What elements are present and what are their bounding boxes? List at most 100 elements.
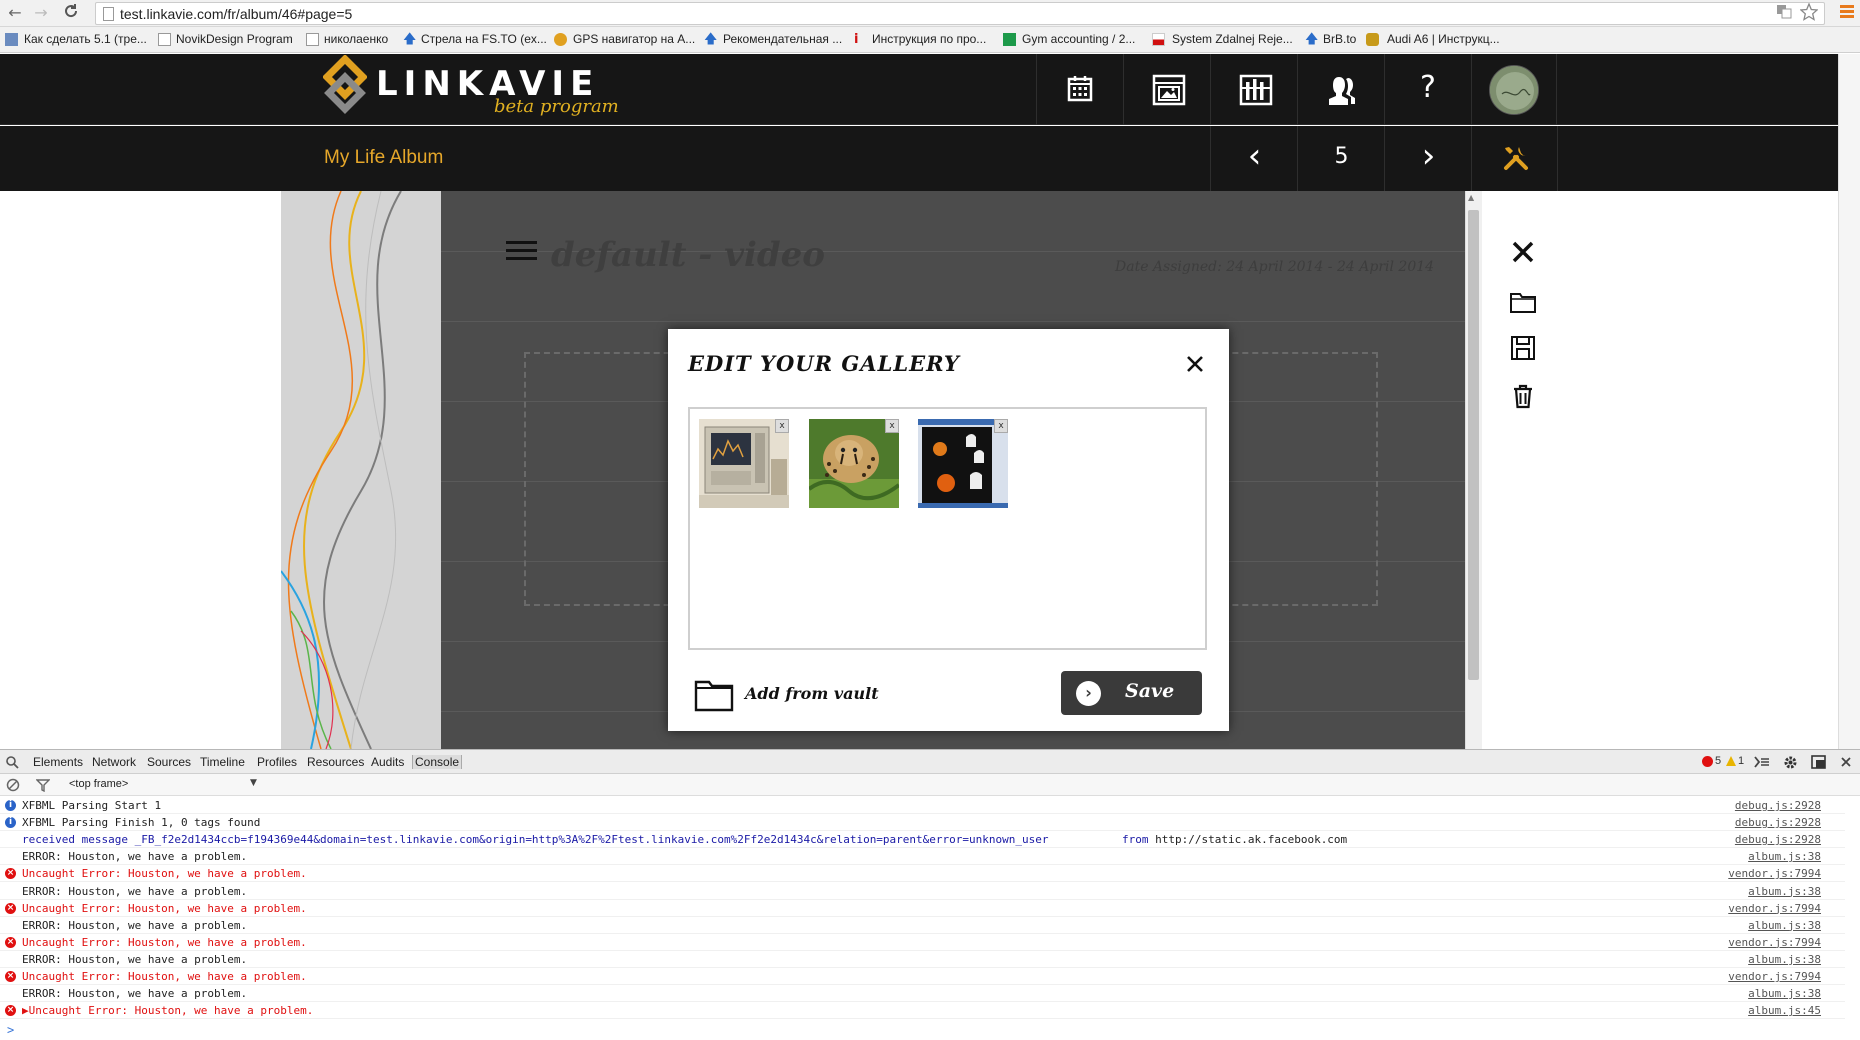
bookmark-11[interactable]: Audi A6 | Инструкц...	[1387, 32, 1500, 46]
console-source-link[interactable]: album.js:38	[1748, 953, 1821, 966]
bookmark-1[interactable]: Как сделать 5.1 (тре...	[24, 32, 147, 46]
clear-console-icon[interactable]	[6, 778, 20, 792]
filter-icon[interactable]	[36, 778, 50, 792]
album-title[interactable]: My Life Album	[324, 147, 443, 169]
bookmark-4[interactable]: Стрела на FS.TO (ex...	[421, 32, 547, 46]
bookmark-5[interactable]: GPS навигатор на A...	[573, 32, 695, 46]
console-prompt[interactable]: >	[7, 1023, 14, 1037]
grid-button[interactable]	[1210, 54, 1296, 125]
tools-button[interactable]	[1471, 126, 1558, 191]
translate-icon[interactable]	[1776, 3, 1792, 23]
chevron-left-icon: ‹	[1247, 136, 1262, 176]
console-source-link[interactable]: debug.js:2928	[1735, 799, 1821, 812]
console-entry: ERROR: Houston, we have a problem. album.…	[0, 883, 1845, 900]
error-icon: ×	[5, 971, 16, 982]
tab-resources[interactable]: Resources	[307, 755, 364, 769]
folder-icon[interactable]	[1509, 288, 1537, 316]
settings-gear-icon[interactable]	[1783, 755, 1798, 770]
gallery-thumbnail-3[interactable]: x	[918, 419, 1008, 508]
console-source-link[interactable]: vendor.js:7994	[1728, 867, 1821, 880]
star-icon[interactable]	[1799, 2, 1819, 25]
bookmark-6[interactable]: Рекомендательная ...	[723, 32, 842, 46]
tab-profiles[interactable]: Profiles	[257, 755, 297, 769]
window-scrollbar[interactable]	[1838, 54, 1860, 749]
console-drawer-icon[interactable]	[1754, 756, 1770, 768]
bookmark-3[interactable]: николаенко	[324, 32, 388, 46]
page-icon	[158, 33, 171, 46]
console-source-link[interactable]: vendor.js:7994	[1728, 970, 1821, 983]
console-message: XFBML Parsing Start 1	[22, 799, 162, 812]
save-icon[interactable]	[1509, 334, 1537, 362]
calendar-button[interactable]	[1036, 54, 1122, 125]
console-entry: × Uncaught Error: Houston, we have a prob…	[0, 934, 1845, 951]
gallery-thumbnail-2[interactable]: x	[809, 419, 899, 508]
linkavie-logo-icon[interactable]	[323, 55, 367, 115]
reload-button[interactable]	[60, 3, 82, 23]
tab-audits[interactable]: Audits	[371, 755, 404, 769]
browser-menu-icon[interactable]	[1840, 5, 1854, 21]
trash-icon[interactable]	[1509, 382, 1537, 410]
add-from-vault-folder-icon[interactable]	[694, 676, 734, 712]
sheet-icon	[1003, 33, 1016, 46]
console-filter-bar: <top frame> ▼	[0, 774, 1860, 796]
error-count-icon	[1702, 756, 1713, 767]
warning-icon	[1726, 756, 1736, 766]
bookmark-2[interactable]: NovikDesign Program	[176, 32, 293, 46]
page-menu-icon[interactable]	[506, 241, 537, 263]
logo-subtitle: beta program	[494, 96, 619, 117]
screen: { "browser": { "url": "test.linkavie.com…	[0, 0, 1860, 1040]
user-avatar[interactable]	[1489, 65, 1539, 115]
album-button[interactable]	[1123, 54, 1209, 125]
console-source-link[interactable]: debug.js:2928	[1735, 833, 1821, 846]
bookmark-9[interactable]: System Zdalnej Reje...	[1172, 32, 1293, 46]
console-source-link[interactable]: vendor.js:7994	[1728, 902, 1821, 915]
gallery-thumbnail-1[interactable]: x	[699, 419, 789, 508]
friends-button[interactable]	[1297, 54, 1383, 125]
console-message: ERROR: Houston, we have a problem.	[22, 952, 248, 966]
tab-timeline[interactable]: Timeline	[200, 755, 245, 769]
console-source-link[interactable]: album.js:38	[1748, 885, 1821, 898]
help-button[interactable]: ?	[1384, 54, 1470, 125]
modal-close-icon[interactable]	[1184, 353, 1206, 375]
error-count[interactable]: 5	[1715, 755, 1721, 767]
forward-button[interactable]: →	[30, 3, 52, 23]
close-devtools-icon[interactable]	[1840, 756, 1852, 768]
console-message: Uncaught Error: Houston, we have a probl…	[22, 901, 307, 915]
console-source-link[interactable]: debug.js:2928	[1735, 816, 1821, 829]
message-origin-url: http://static.ak.facebook.com	[1155, 833, 1348, 847]
warning-count[interactable]: 1	[1738, 755, 1744, 767]
tab-elements[interactable]: Elements	[33, 755, 83, 769]
console-source-link[interactable]: album.js:38	[1748, 850, 1821, 863]
tab-network[interactable]: Network	[92, 755, 136, 769]
bookmark-8[interactable]: Gym accounting / 2...	[1022, 32, 1135, 46]
console-source-link[interactable]: vendor.js:7994	[1728, 936, 1821, 949]
previous-page-button[interactable]: ‹	[1210, 126, 1297, 191]
error-icon: ×	[5, 936, 16, 948]
frame-dropdown-icon[interactable]: ▼	[250, 778, 257, 788]
console-message: ERROR: Houston, we have a problem.	[22, 884, 248, 898]
chevron-right-icon: ›	[1076, 681, 1101, 706]
console-source-link[interactable]: album.js:38	[1748, 987, 1821, 1000]
tab-sources[interactable]: Sources	[147, 755, 191, 769]
bookmark-7[interactable]: Инструкция по про...	[872, 32, 986, 46]
url-field[interactable]: test.linkavie.com/fr/album/46#page=5	[95, 2, 1825, 25]
back-button[interactable]: ←	[4, 3, 26, 23]
frame-selector[interactable]: <top frame>	[69, 778, 128, 790]
dock-toggle-icon[interactable]	[1811, 755, 1826, 769]
save-button[interactable]: › Save	[1061, 671, 1202, 715]
add-from-vault-link[interactable]: Add from vault	[745, 684, 879, 703]
search-icon[interactable]	[6, 756, 19, 769]
close-icon[interactable]	[1509, 238, 1537, 266]
remove-thumbnail-2-button[interactable]: x	[885, 419, 899, 433]
page-scrollbar-thumb[interactable]	[1468, 210, 1479, 680]
bookmark-10[interactable]: BrB.to	[1323, 32, 1356, 46]
console-entry: × Uncaught Error: Houston, we have a prob…	[0, 900, 1845, 917]
console-source-link[interactable]: album.js:38	[1748, 919, 1821, 932]
tab-console[interactable]: Console	[412, 755, 463, 769]
console-source-link[interactable]: album.js:45	[1748, 1004, 1821, 1017]
remove-thumbnail-1-button[interactable]: x	[775, 419, 789, 433]
console-message: ERROR: Houston, we have a problem.	[22, 918, 248, 932]
remove-thumbnail-3-button[interactable]: x	[994, 419, 1008, 433]
scroll-up-icon[interactable]: ▲	[1468, 193, 1474, 202]
next-page-button[interactable]: ›	[1384, 126, 1471, 191]
